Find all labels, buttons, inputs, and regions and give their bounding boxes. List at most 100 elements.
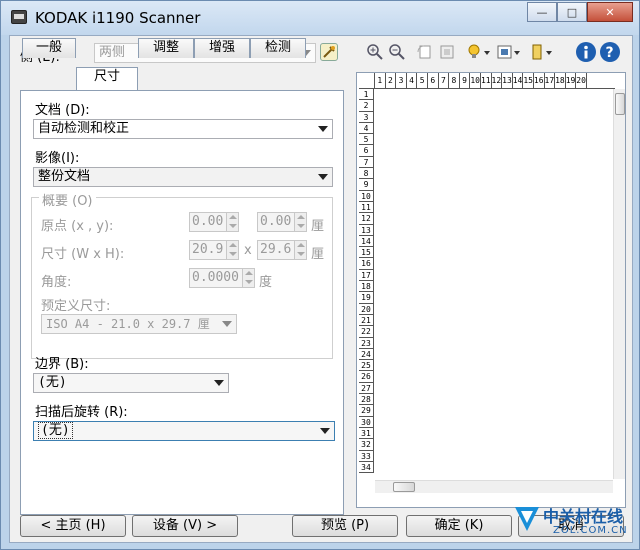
tab-adjust[interactable]: 调整 (138, 38, 194, 58)
ruler-tick: 16 (534, 73, 545, 89)
origin-y-spinner[interactable]: 0.00 (257, 212, 307, 232)
ruler-tick: 27 (359, 383, 373, 395)
title-bar: KODAK i1190 Scanner — □ ✕ (1, 1, 639, 35)
ruler-tick: 11 (481, 73, 492, 89)
light-bulb-icon[interactable] (466, 43, 492, 61)
watermark: 中关村在线 ZOL.COM.CN (513, 501, 631, 545)
size-settings-panel: 文档 (D): 自动检测和校正 影像(I): 整份文档 概要 (O) 原点 (x… (20, 90, 344, 515)
tab-size[interactable]: 尺寸 (76, 67, 138, 90)
minimize-button[interactable]: — (527, 2, 557, 22)
ruler-tick: 3 (359, 112, 373, 123)
ruler-tick: 4 (407, 73, 418, 89)
client-area: 侧 (E): 两侧 ? (9, 35, 633, 543)
ruler-tick: 7 (439, 73, 450, 89)
ruler-tick: 8 (449, 73, 460, 89)
ruler-tick: 12 (492, 73, 503, 89)
size-label: 尺寸 (W x H): (41, 247, 125, 262)
tab-enhance[interactable]: 增强 (194, 38, 250, 58)
info-icon[interactable] (576, 42, 596, 62)
fit-page-icon[interactable] (438, 43, 456, 61)
rotation-select-value: (无) (38, 422, 73, 439)
device-button[interactable]: 设备 (V) > (132, 515, 238, 537)
ruler-tick: 15 (523, 73, 534, 89)
size-unit: 厘 (311, 247, 325, 262)
angle-value: 0.0000 (192, 270, 239, 285)
border-select-value: (无) (38, 375, 67, 390)
width-spinner[interactable]: 20.9 (189, 240, 239, 260)
ruler-tick: 20 (576, 73, 587, 89)
side-select-value: 两侧 (99, 45, 126, 60)
chevron-down-icon (320, 428, 330, 434)
color-settings-icon[interactable] (496, 43, 522, 61)
watermark-url: ZOL.COM.CN (553, 525, 628, 536)
ruler-tick: 5 (359, 134, 373, 146)
ruler-tick: 21 (359, 315, 373, 327)
origin-x-spinner[interactable]: 0.00 (189, 212, 239, 232)
document-label: 文档 (D): (35, 103, 90, 118)
ruler-tick: 17 (359, 270, 373, 282)
image-label: 影像(I): (35, 151, 80, 166)
rotate-icon[interactable] (416, 43, 434, 61)
ruler-tick: 1 (375, 73, 386, 89)
tab-general[interactable]: 一般 (22, 38, 76, 58)
close-button[interactable]: ✕ (587, 2, 633, 22)
ruler-tick: 28 (359, 394, 373, 406)
ruler-tick: 2 (386, 73, 397, 89)
horizontal-scrollbar[interactable] (375, 480, 613, 493)
ruler-tick: 10 (470, 73, 481, 89)
horizontal-ruler: 1 2 3 4 5 6 7 8 9 10 11 12 13 14 15 16 17 18 19 20 (375, 73, 615, 89)
ruler-tick: 22 (359, 326, 373, 338)
border-select[interactable]: (无) (33, 373, 229, 393)
ruler-tick: 11 (359, 202, 373, 214)
ruler-tick: 4 (359, 123, 373, 135)
horizontal-scroll-thumb[interactable] (393, 482, 415, 492)
width-value: 20.9 (192, 242, 224, 257)
ruler-tick: 17 (545, 73, 556, 89)
ruler-tick: 19 (566, 73, 577, 89)
image-select-value: 整份文档 (38, 169, 91, 184)
settings-shortcut-icon[interactable] (320, 43, 338, 61)
height-spinner[interactable]: 29.6 (257, 240, 307, 260)
vertical-ruler: 1 2 3 4 5 6 7 8 9 10 11 12 13 14 15 16 17 18 19 20 21 22 23 24 2… (359, 89, 374, 474)
chevron-down-icon (318, 126, 328, 132)
maximize-button[interactable]: □ (557, 2, 587, 22)
ruler-tick: 5 (417, 73, 428, 89)
ruler-tick: 30 (359, 417, 373, 428)
zoom-in-icon[interactable] (366, 43, 384, 61)
ruler-tick: 10 (359, 191, 373, 202)
vertical-scroll-thumb[interactable] (615, 93, 625, 115)
ruler-tick: 19 (359, 292, 373, 304)
scanner-window: KODAK i1190 Scanner — □ ✕ 侧 (E): 两侧 (0, 0, 640, 550)
rotation-label: 扫描后旋转 (R): (35, 405, 128, 420)
help-icon[interactable]: ? (600, 42, 620, 62)
ruler-tick: 7 (359, 157, 373, 169)
ruler-tick: 14 (359, 236, 373, 248)
ruler-tick: 13 (502, 73, 513, 89)
origin-unit: 厘 (311, 219, 325, 234)
preview-button[interactable]: 预览 (P) (292, 515, 398, 537)
zoom-out-icon[interactable] (388, 43, 406, 61)
chevron-down-icon (214, 380, 224, 386)
predefined-size-select[interactable]: ISO A4 - 21.0 x 29.7 厘 (41, 314, 237, 334)
ruler-tick: 18 (555, 73, 566, 89)
ruler-tick: 12 (359, 213, 373, 225)
ruler-tick: 34 (359, 462, 373, 474)
tab-detect[interactable]: 检测 (250, 38, 306, 58)
origin-y-value: 0.00 (260, 214, 292, 229)
rotation-select[interactable]: (无) (33, 421, 335, 441)
vertical-scrollbar[interactable] (613, 89, 625, 479)
border-label: 边界 (B): (35, 357, 89, 372)
pages-icon[interactable] (530, 43, 554, 61)
angle-spinner[interactable]: 0.0000 (189, 268, 255, 288)
ok-button[interactable]: 确定 (K) (406, 515, 512, 537)
document-select[interactable]: 自动检测和校正 (33, 119, 333, 139)
ruler-corner (359, 73, 375, 89)
outline-group-label: 概要 (O) (39, 190, 96, 209)
ruler-tick: 15 (359, 247, 373, 259)
origin-label: 原点 (x , y): (41, 219, 114, 234)
size-separator: x (244, 243, 252, 258)
ruler-tick: 33 (359, 451, 373, 462)
image-select[interactable]: 整份文档 (33, 167, 333, 187)
home-button[interactable]: < 主页 (H) (20, 515, 126, 537)
window-title: KODAK i1190 Scanner (35, 9, 201, 27)
